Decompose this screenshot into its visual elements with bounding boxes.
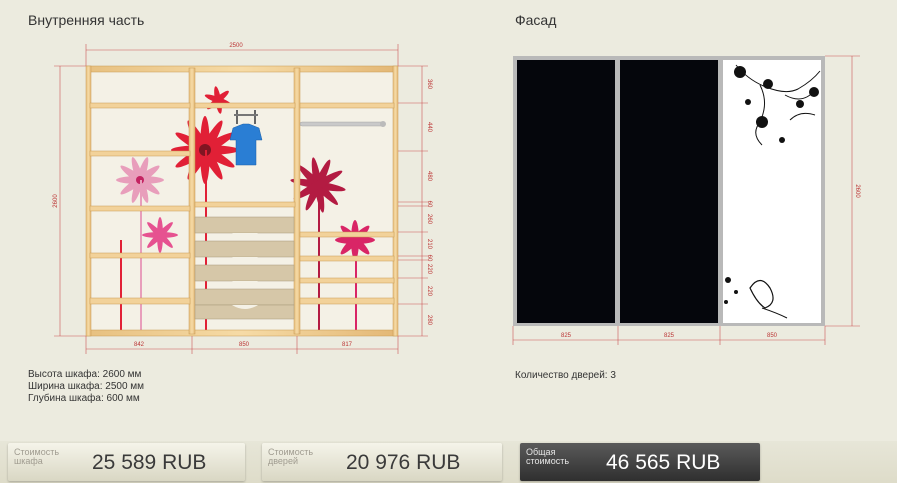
facade-drawing: 2600 825 825 850 xyxy=(512,55,860,345)
door-width-dimensions: 825 825 850 xyxy=(512,326,826,345)
svg-text:60: 60 xyxy=(426,201,432,208)
height-dimension: 2600 xyxy=(53,65,86,337)
door-2 xyxy=(620,60,718,323)
cabinet-price-value: 25 589 RUB xyxy=(92,451,207,474)
cabinet-specs: Высота шкафа: 2600 мм Ширина шкафа: 2500… xyxy=(28,369,144,405)
svg-text:260: 260 xyxy=(426,214,432,225)
drawers xyxy=(194,216,295,320)
svg-text:842: 842 xyxy=(134,342,145,348)
interior-drawing: 2500 2600 360 440 480 60 260 210 60 220 … xyxy=(53,43,432,354)
svg-text:817: 817 xyxy=(342,342,353,348)
svg-text:825: 825 xyxy=(664,333,675,339)
doors-price-value: 20 976 RUB xyxy=(346,451,461,474)
facade-title: Фасад xyxy=(515,12,557,28)
spec-depth: Глубина шкафа: 600 мм xyxy=(28,393,140,404)
svg-text:220: 220 xyxy=(426,286,432,297)
column-width-dimensions: 842 850 817 xyxy=(85,336,399,354)
door-3 xyxy=(723,60,821,323)
door-1 xyxy=(517,60,615,323)
doors-count: Количество дверей: 3 xyxy=(515,370,616,381)
total-width-label: 2500 xyxy=(229,43,243,49)
svg-text:440: 440 xyxy=(426,122,432,133)
height-label: 2600 xyxy=(53,194,59,208)
right-shelf-dimensions: 360 440 480 60 260 210 60 220 220 280 xyxy=(398,65,432,337)
svg-text:210: 210 xyxy=(426,239,432,250)
svg-text:825: 825 xyxy=(561,333,572,339)
svg-text:280: 280 xyxy=(426,315,432,326)
facade-height-dimension: 2600 xyxy=(825,55,860,327)
svg-text:60: 60 xyxy=(426,255,432,262)
spec-width: Ширина шкафа: 2500 мм xyxy=(28,381,145,392)
total-width-dimension: 2500 xyxy=(85,43,399,66)
svg-text:850: 850 xyxy=(239,342,250,348)
cabinet-price-box: Стоимость шкафа 25 589 RUB xyxy=(8,443,245,481)
total-price-label: Общая стоимость xyxy=(526,447,570,466)
cabinet-price-label: Стоимость шкафа xyxy=(14,447,60,466)
total-price-value: 46 565 RUB xyxy=(606,451,721,474)
total-price-box: Общая стоимость 46 565 RUB xyxy=(520,443,760,481)
hanging-rod xyxy=(299,121,385,127)
svg-text:850: 850 xyxy=(767,333,778,339)
doors-price-label: Стоимость дверей xyxy=(268,447,314,466)
svg-text:480: 480 xyxy=(426,171,432,182)
svg-text:360: 360 xyxy=(426,79,432,90)
spec-height: Высота шкафа: 2600 мм xyxy=(28,369,142,380)
svg-text:2600: 2600 xyxy=(854,184,860,198)
doors-price-box: Стоимость дверей 20 976 RUB xyxy=(262,443,502,481)
svg-text:220: 220 xyxy=(426,264,432,275)
